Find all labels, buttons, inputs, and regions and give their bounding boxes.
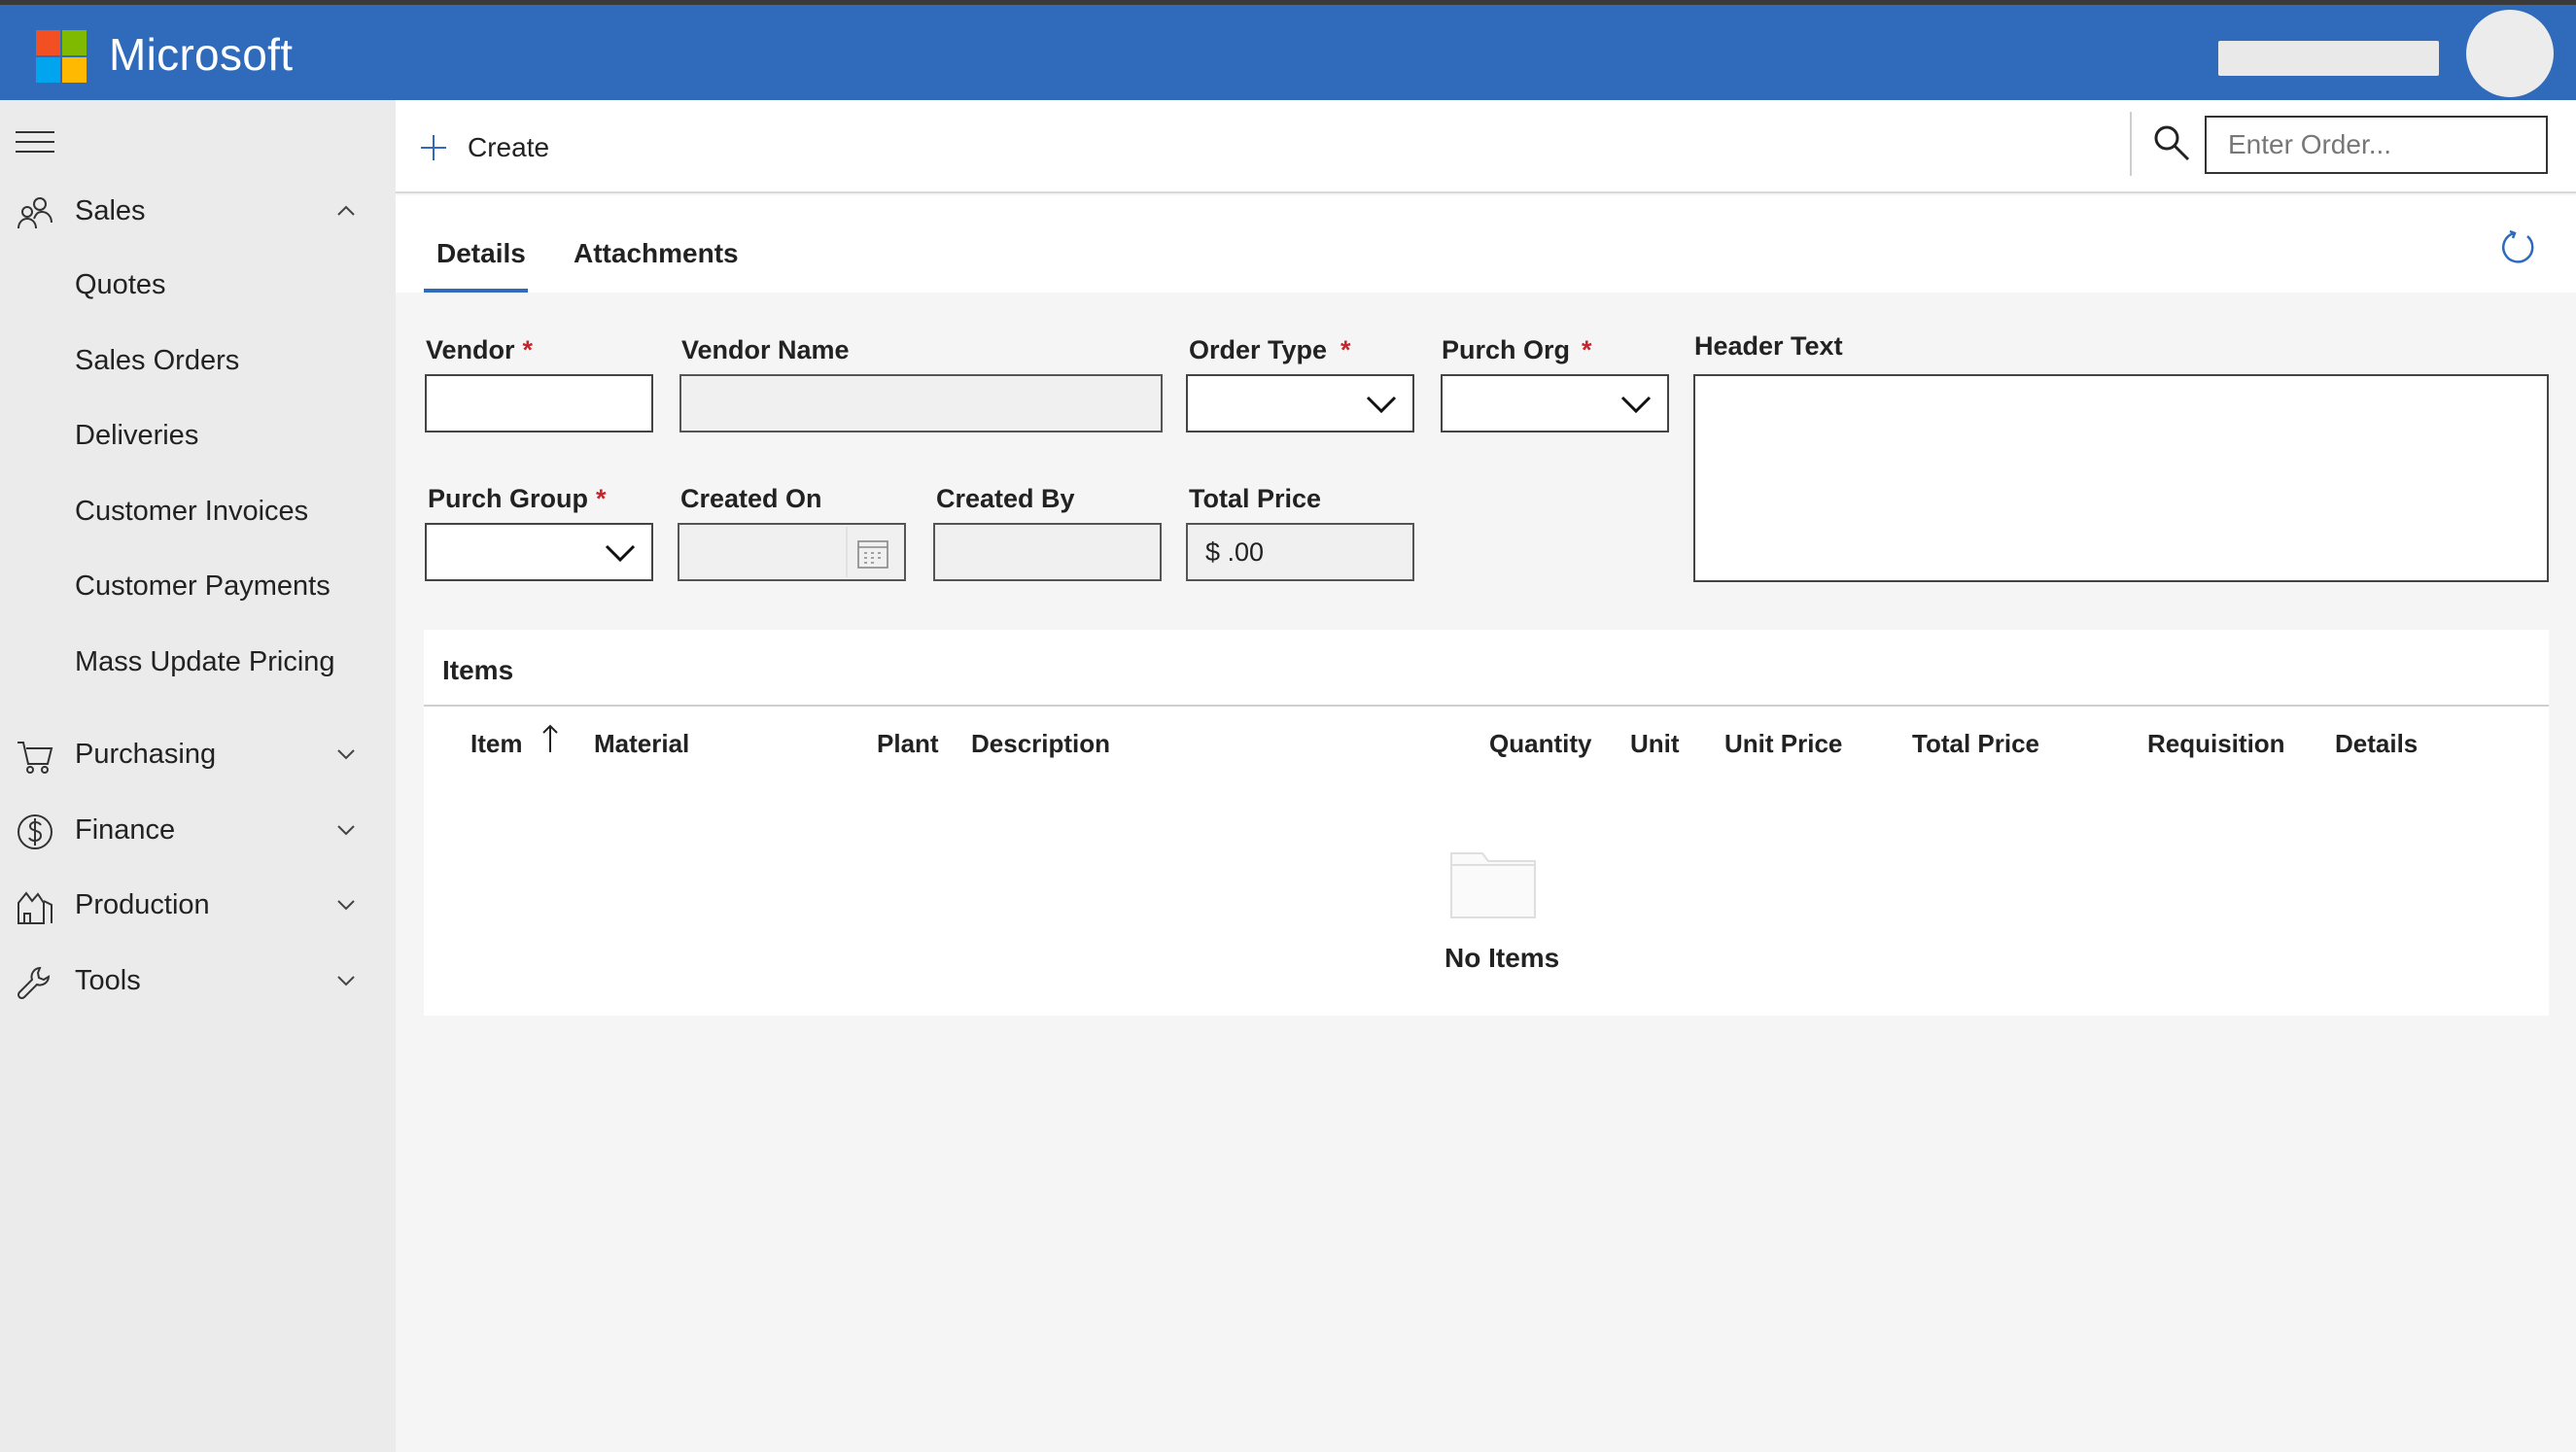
create-button[interactable]: Create xyxy=(419,125,549,170)
sidebar-group-label: Sales xyxy=(75,195,146,226)
main-content: Create Details Attachments Vendor* Vendo… xyxy=(396,100,2576,1452)
sidebar-item-deliveries[interactable]: Deliveries xyxy=(75,420,198,452)
sidebar-item-customer-payments[interactable]: Customer Payments xyxy=(75,570,331,603)
created-on-field xyxy=(678,523,906,581)
divider xyxy=(424,705,2549,707)
user-name-placeholder[interactable] xyxy=(2218,41,2439,76)
sidebar-item-customer-invoices[interactable]: Customer Invoices xyxy=(75,496,308,528)
people-icon xyxy=(17,197,52,229)
sidebar-group-label: Tools xyxy=(75,965,141,996)
chevron-down-icon xyxy=(337,749,355,760)
header-text-area[interactable] xyxy=(1693,374,2549,582)
create-label: Create xyxy=(468,132,550,162)
chevron-down-icon xyxy=(337,900,355,911)
chevron-down-icon xyxy=(337,825,355,836)
microsoft-logo-icon xyxy=(36,30,87,83)
sidebar-item-mass-update-pricing[interactable]: Mass Update Pricing xyxy=(75,646,335,678)
column-header-unit-price[interactable]: Unit Price xyxy=(1724,729,1842,759)
vendor-field[interactable] xyxy=(425,374,653,432)
sidebar-item-sales-orders[interactable]: Sales Orders xyxy=(75,345,239,377)
calendar-icon[interactable] xyxy=(855,536,890,571)
sidebar-group-label: Production xyxy=(75,889,210,920)
refresh-icon[interactable] xyxy=(2498,228,2537,267)
chevron-down-icon xyxy=(1366,396,1397,414)
cart-icon xyxy=(17,742,53,774)
vendor-name-label: Vendor Name xyxy=(681,335,850,364)
divider xyxy=(846,527,848,577)
column-header-details[interactable]: Details xyxy=(2335,729,2418,759)
app-header: Microsoft xyxy=(0,0,2576,100)
sidebar: Sales Quotes Sales Orders Deliveries Cus… xyxy=(0,100,396,1452)
column-header-plant[interactable]: Plant xyxy=(877,729,939,759)
avatar[interactable] xyxy=(2466,10,2554,97)
purch-org-select[interactable] xyxy=(1441,374,1669,432)
sidebar-group-label: Finance xyxy=(75,814,176,846)
purch-group-select[interactable] xyxy=(425,523,653,581)
active-tab-indicator xyxy=(424,289,528,293)
hamburger-icon[interactable] xyxy=(16,129,54,155)
divider xyxy=(2130,112,2132,176)
sidebar-group-purchasing[interactable]: Purchasing xyxy=(0,725,396,785)
plus-icon xyxy=(421,135,446,160)
column-header-material[interactable]: Material xyxy=(594,729,689,759)
command-bar: Create xyxy=(396,100,2576,193)
order-type-label: Order Type * xyxy=(1189,335,1351,364)
created-on-label: Created On xyxy=(680,484,822,513)
created-by-field xyxy=(933,523,1162,581)
empty-folder-icon xyxy=(1450,852,1536,918)
sidebar-group-tools[interactable]: Tools xyxy=(0,951,396,1012)
total-price-field xyxy=(1186,523,1414,581)
sidebar-group-sales[interactable]: Sales xyxy=(0,182,396,242)
sidebar-group-finance[interactable]: Finance xyxy=(0,801,396,861)
total-price-label: Total Price xyxy=(1189,484,1322,513)
column-header-total-price[interactable]: Total Price xyxy=(1912,729,2039,759)
sidebar-item-quotes[interactable]: Quotes xyxy=(75,269,166,301)
chevron-up-icon xyxy=(337,205,355,216)
dollar-circle-icon xyxy=(17,814,52,849)
sort-ascending-icon[interactable] xyxy=(540,723,560,754)
tab-attachments[interactable]: Attachments xyxy=(574,238,739,269)
wrench-icon xyxy=(17,966,51,1000)
column-header-requisition[interactable]: Requisition xyxy=(2147,729,2285,759)
vendor-label: Vendor * xyxy=(426,335,534,364)
sidebar-group-production[interactable]: Production xyxy=(0,876,396,936)
column-header-item[interactable]: Item xyxy=(470,729,522,759)
items-title: Items xyxy=(442,655,514,685)
search-input[interactable] xyxy=(2205,116,2548,174)
tab-details[interactable]: Details xyxy=(436,238,526,269)
empty-state-text: No Items xyxy=(1445,943,1560,973)
column-header-description[interactable]: Description xyxy=(971,729,1110,759)
header-text-label: Header Text xyxy=(1694,331,1843,361)
brand-name: Microsoft xyxy=(109,29,294,80)
chevron-down-icon xyxy=(605,544,636,563)
purch-group-label: Purch Group * xyxy=(428,484,607,513)
column-header-unit[interactable]: Unit xyxy=(1630,729,1680,759)
vendor-name-field xyxy=(679,374,1163,432)
items-panel: Items Item Material Plant Description Qu… xyxy=(424,630,2549,1016)
created-by-label: Created By xyxy=(936,484,1075,513)
tab-bar: Details Attachments xyxy=(396,195,2576,293)
factory-icon xyxy=(17,891,52,924)
purch-org-label: Purch Org * xyxy=(1442,335,1592,364)
chevron-down-icon xyxy=(1620,396,1652,414)
column-header-quantity[interactable]: Quantity xyxy=(1489,729,1591,759)
sidebar-group-label: Purchasing xyxy=(75,739,217,770)
chevron-down-icon xyxy=(337,976,355,986)
order-type-select[interactable] xyxy=(1186,374,1414,432)
search-icon[interactable] xyxy=(2150,121,2193,164)
